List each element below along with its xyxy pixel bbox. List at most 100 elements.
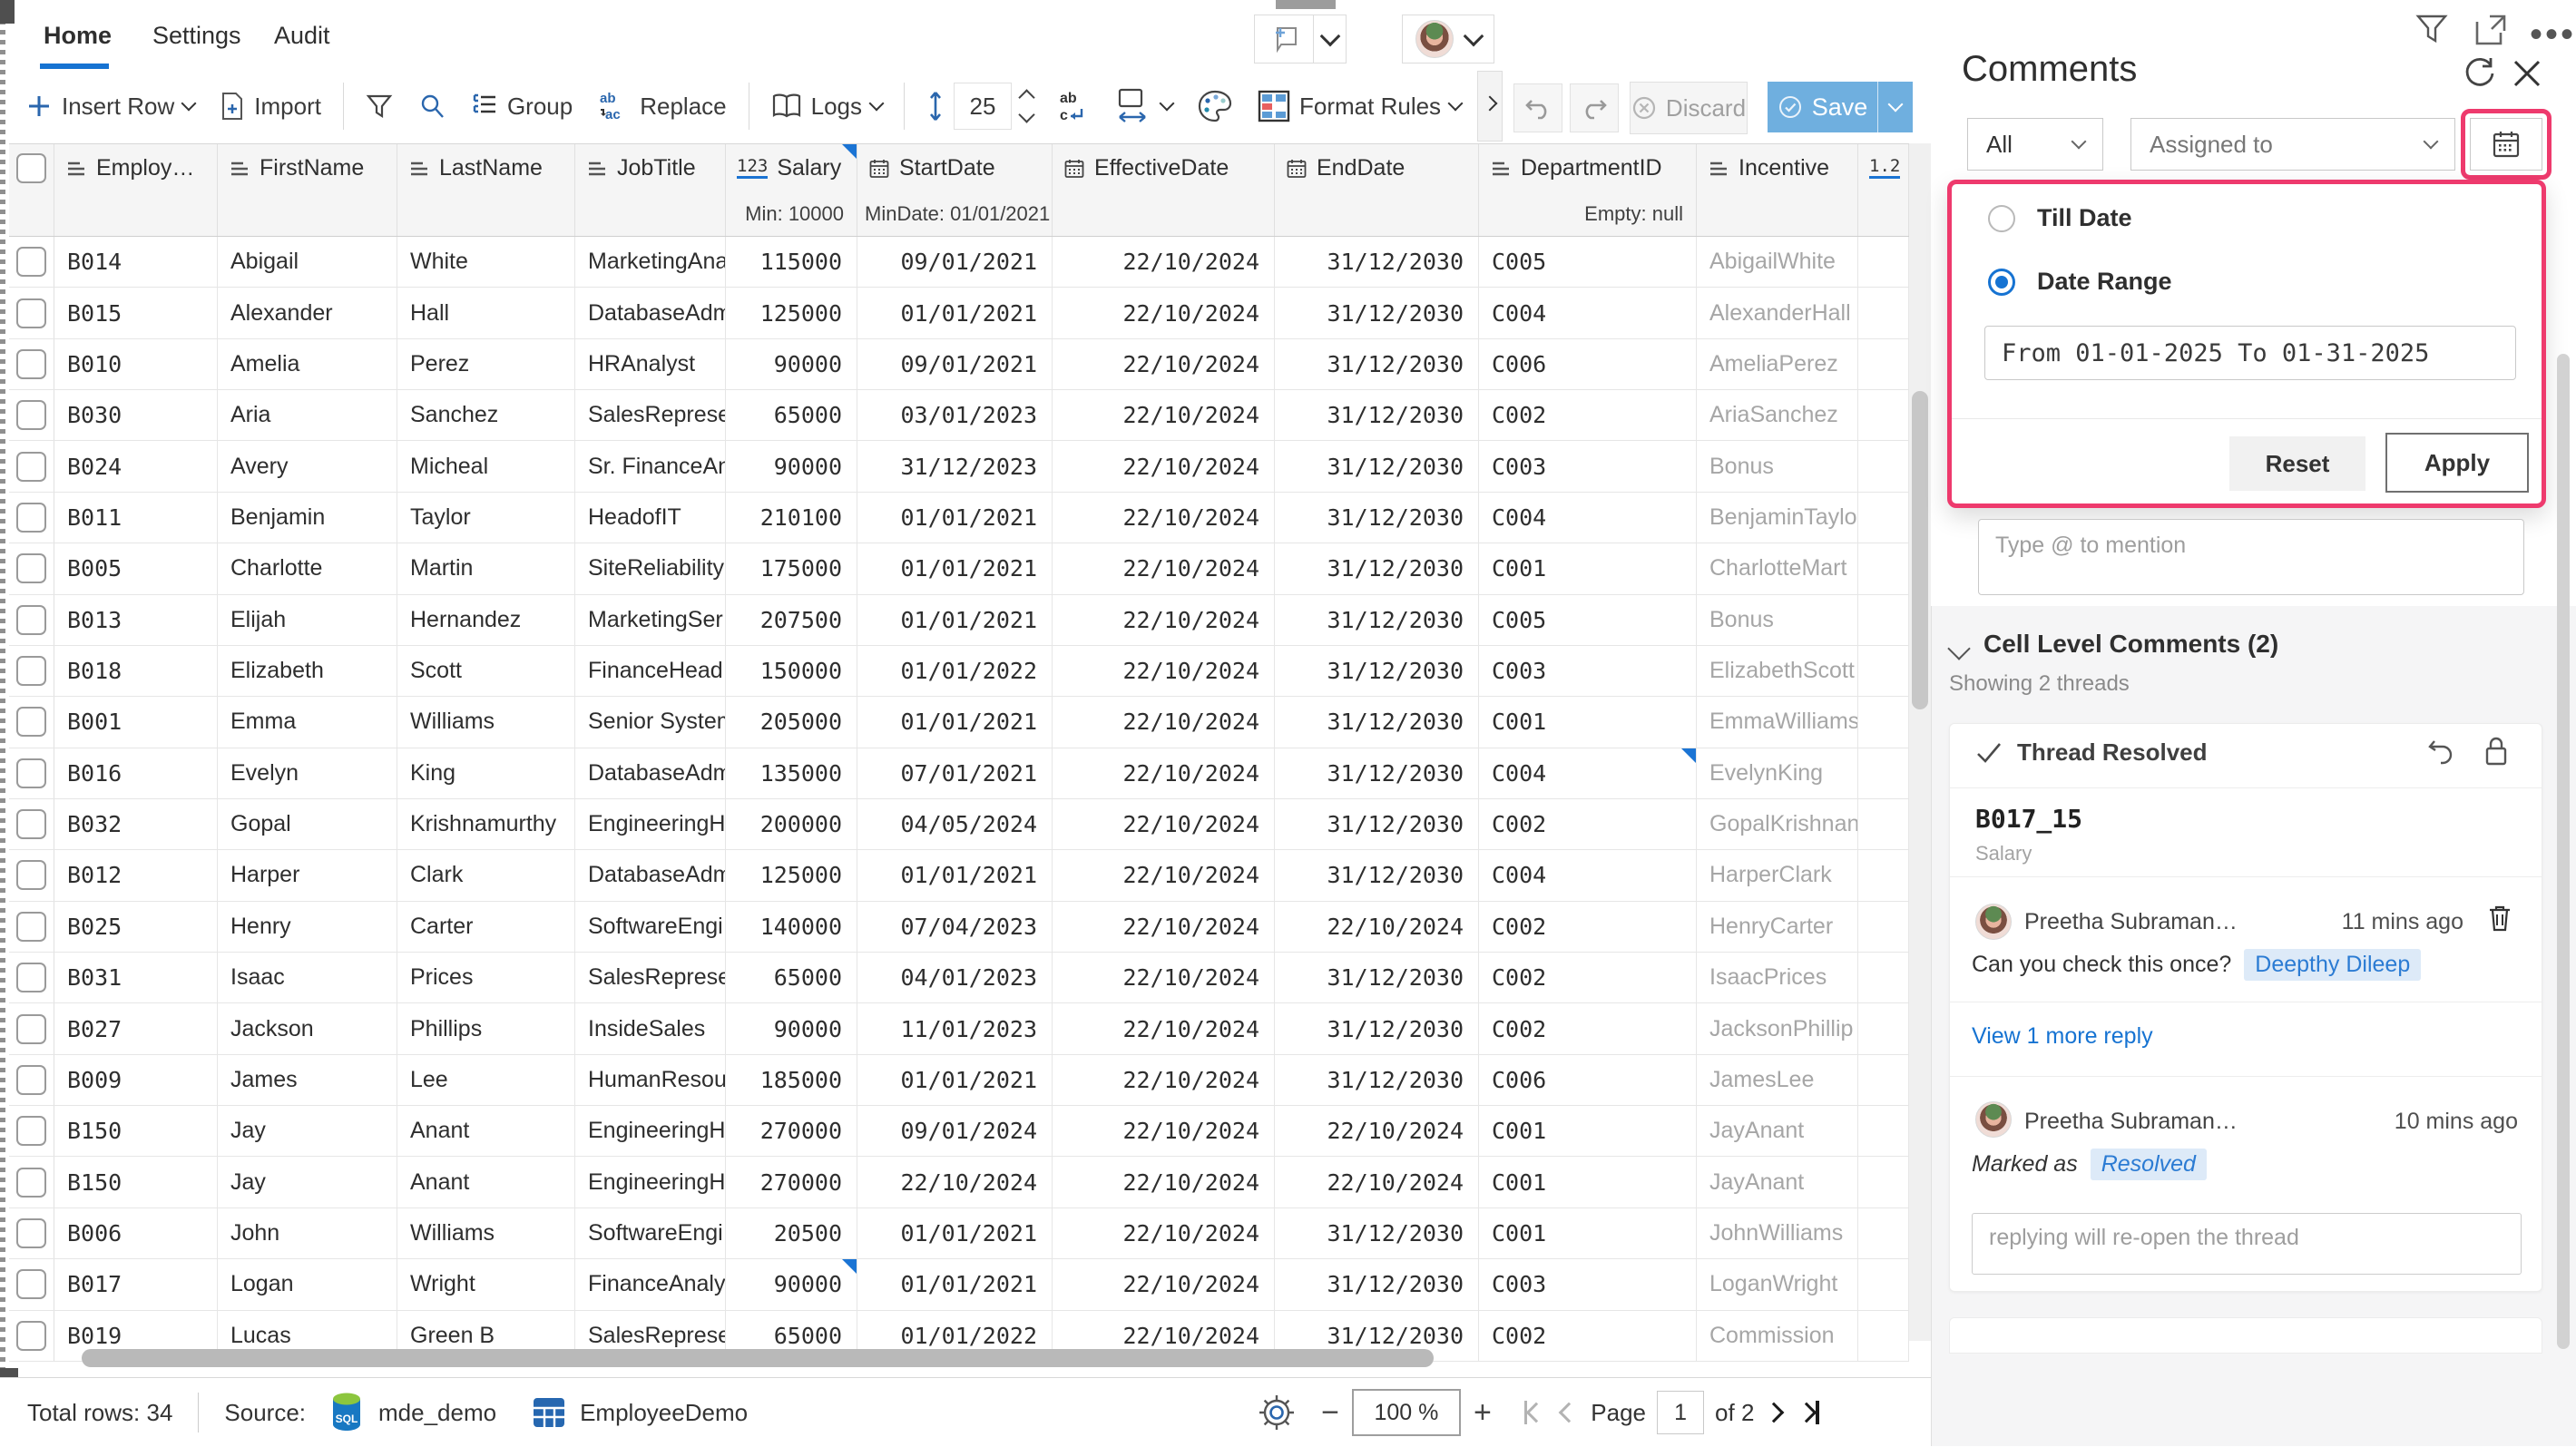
cell-employeeid[interactable]: B001 bbox=[54, 697, 218, 747]
cell-t[interactable] bbox=[1858, 441, 1909, 491]
cell-effectivedate[interactable]: 22/10/2024 bbox=[1053, 902, 1275, 952]
cell-t[interactable] bbox=[1858, 799, 1909, 849]
redo-button[interactable] bbox=[1570, 83, 1619, 132]
table-row[interactable]: B009JamesLeeHumanResou18500001/01/202122… bbox=[9, 1055, 1909, 1106]
cell-incentive[interactable]: Bonus bbox=[1697, 441, 1858, 491]
cell-t[interactable] bbox=[1858, 1311, 1909, 1361]
cell-enddate[interactable]: 31/12/2030 bbox=[1275, 339, 1479, 389]
cell-incentive[interactable]: LoganWright bbox=[1697, 1259, 1858, 1309]
last-page-button[interactable] bbox=[1799, 1401, 1819, 1424]
cell-effectivedate[interactable]: 22/10/2024 bbox=[1053, 1106, 1275, 1156]
column-header-enddate[interactable]: EndDate bbox=[1275, 144, 1479, 192]
cell-firstname[interactable]: Elijah bbox=[218, 595, 397, 645]
cell-effectivedate[interactable]: 22/10/2024 bbox=[1053, 850, 1275, 900]
cell-effectivedate[interactable]: 22/10/2024 bbox=[1053, 390, 1275, 440]
cell-salary[interactable]: 135000 bbox=[726, 748, 857, 798]
cell-lastname[interactable]: King bbox=[397, 748, 575, 798]
cell-lastname[interactable]: Wright bbox=[397, 1259, 575, 1309]
cell-employeeid[interactable]: B024 bbox=[54, 441, 218, 491]
cell-enddate[interactable]: 31/12/2030 bbox=[1275, 237, 1479, 287]
cell-startdate[interactable]: 01/01/2021 bbox=[857, 288, 1053, 337]
cell-firstname[interactable]: Alexander bbox=[218, 288, 397, 337]
cell-enddate[interactable]: 31/12/2030 bbox=[1275, 595, 1479, 645]
cell-effectivedate[interactable]: 22/10/2024 bbox=[1053, 237, 1275, 287]
user-menu-button[interactable] bbox=[1402, 15, 1494, 64]
column-header-t[interactable]: 1.2T bbox=[1858, 144, 1909, 192]
cell-firstname[interactable]: James bbox=[218, 1055, 397, 1105]
table-row[interactable]: B012HarperClarkDatabaseAdm12500001/01/20… bbox=[9, 850, 1909, 901]
cell-effectivedate[interactable]: 22/10/2024 bbox=[1053, 339, 1275, 389]
cell-jobtitle[interactable]: SalesReprese bbox=[575, 953, 726, 1002]
save-button[interactable]: Save bbox=[1768, 82, 1877, 132]
cell-lastname[interactable]: Anant bbox=[397, 1106, 575, 1156]
cell-departmentid[interactable]: C006 bbox=[1479, 339, 1697, 389]
tab-audit[interactable]: Audit bbox=[274, 22, 330, 50]
cell-salary[interactable]: 270000 bbox=[726, 1157, 857, 1207]
tab-settings[interactable]: Settings bbox=[152, 22, 241, 50]
cell-salary[interactable]: 20500 bbox=[726, 1208, 857, 1258]
cell-startdate[interactable]: 01/01/2021 bbox=[857, 1259, 1053, 1309]
cell-firstname[interactable]: Amelia bbox=[218, 339, 397, 389]
cell-lastname[interactable]: Micheal bbox=[397, 441, 575, 491]
add-comment-dropdown[interactable] bbox=[1314, 15, 1346, 63]
cell-employeeid[interactable]: B009 bbox=[54, 1055, 218, 1105]
cell-salary[interactable]: 210100 bbox=[726, 493, 857, 543]
cell-effectivedate[interactable]: 22/10/2024 bbox=[1053, 1157, 1275, 1207]
cell-firstname[interactable]: Henry bbox=[218, 902, 397, 952]
row-checkbox[interactable] bbox=[16, 912, 46, 942]
cell-firstname[interactable]: Aria bbox=[218, 390, 397, 440]
cell-jobtitle[interactable]: FinanceAnaly bbox=[575, 1259, 726, 1309]
undo-button[interactable] bbox=[1513, 83, 1562, 132]
cell-enddate[interactable]: 22/10/2024 bbox=[1275, 902, 1479, 952]
table-row[interactable]: B016EvelynKingDatabaseAdm13500007/01/202… bbox=[9, 748, 1909, 799]
cell-lastname[interactable]: Clark bbox=[397, 850, 575, 900]
cell-t[interactable] bbox=[1858, 1157, 1909, 1207]
reopen-thread-icon[interactable] bbox=[2425, 737, 2456, 767]
cell-effectivedate[interactable]: 22/10/2024 bbox=[1053, 1259, 1275, 1309]
cell-employeeid[interactable]: B015 bbox=[54, 288, 218, 337]
row-checkbox[interactable] bbox=[16, 349, 46, 379]
cell-firstname[interactable]: Evelyn bbox=[218, 748, 397, 798]
table-row[interactable]: B025HenryCarterSoftwareEngi14000007/04/2… bbox=[9, 902, 1909, 953]
cell-salary[interactable]: 125000 bbox=[726, 850, 857, 900]
view-more-replies-link[interactable]: View 1 more reply bbox=[1972, 1023, 2153, 1050]
cell-jobtitle[interactable]: Senior System bbox=[575, 697, 726, 747]
cell-firstname[interactable]: Logan bbox=[218, 1259, 397, 1309]
cell-jobtitle[interactable]: FinanceHead bbox=[575, 646, 726, 696]
cell-lastname[interactable]: Lee bbox=[397, 1055, 575, 1105]
cell-jobtitle[interactable]: DatabaseAdm bbox=[575, 748, 726, 798]
till-date-option[interactable]: Till Date bbox=[1988, 204, 2132, 232]
cell-enddate[interactable]: 31/12/2030 bbox=[1275, 493, 1479, 543]
logs-button[interactable]: Logs bbox=[771, 93, 882, 121]
cell-t[interactable] bbox=[1858, 1106, 1909, 1156]
cell-salary[interactable]: 200000 bbox=[726, 799, 857, 849]
cell-salary[interactable]: 205000 bbox=[726, 697, 857, 747]
table-row[interactable]: B014AbigailWhiteMarketingAna11500009/01/… bbox=[9, 237, 1909, 288]
tab-home[interactable]: Home bbox=[44, 22, 112, 50]
cell-incentive[interactable]: AriaSanchez bbox=[1697, 390, 1858, 440]
save-dropdown[interactable] bbox=[1877, 82, 1913, 132]
cell-startdate[interactable]: 01/01/2021 bbox=[857, 595, 1053, 645]
apply-button[interactable]: Apply bbox=[2385, 433, 2529, 493]
search-button[interactable] bbox=[418, 93, 446, 120]
cell-employeeid[interactable]: B150 bbox=[54, 1157, 218, 1207]
cell-salary[interactable]: 185000 bbox=[726, 1055, 857, 1105]
row-checkbox[interactable] bbox=[16, 656, 46, 686]
fit-width-button[interactable] bbox=[1116, 88, 1172, 124]
cell-t[interactable] bbox=[1858, 1208, 1909, 1258]
radio-selected-icon[interactable] bbox=[1988, 269, 2015, 296]
cell-lastname[interactable]: Anant bbox=[397, 1157, 575, 1207]
format-rules-button[interactable]: Format Rules bbox=[1258, 90, 1461, 122]
cell-effectivedate[interactable]: 22/10/2024 bbox=[1053, 493, 1275, 543]
cell-lastname[interactable]: Williams bbox=[397, 697, 575, 747]
cell-effectivedate[interactable]: 22/10/2024 bbox=[1053, 1208, 1275, 1258]
row-checkbox[interactable] bbox=[16, 707, 46, 737]
table-row[interactable]: B010AmeliaPerezHRAnalyst9000009/01/20212… bbox=[9, 339, 1909, 390]
table-row[interactable]: B027JacksonPhillipsInsideSales9000011/01… bbox=[9, 1003, 1909, 1054]
cell-jobtitle[interactable]: HeadofIT bbox=[575, 493, 726, 543]
cell-departmentid[interactable]: C001 bbox=[1479, 697, 1697, 747]
cell-enddate[interactable]: 31/12/2030 bbox=[1275, 748, 1479, 798]
cell-enddate[interactable]: 31/12/2030 bbox=[1275, 850, 1479, 900]
cell-t[interactable] bbox=[1858, 1259, 1909, 1309]
zoom-level-input[interactable]: 100 % bbox=[1352, 1389, 1461, 1436]
